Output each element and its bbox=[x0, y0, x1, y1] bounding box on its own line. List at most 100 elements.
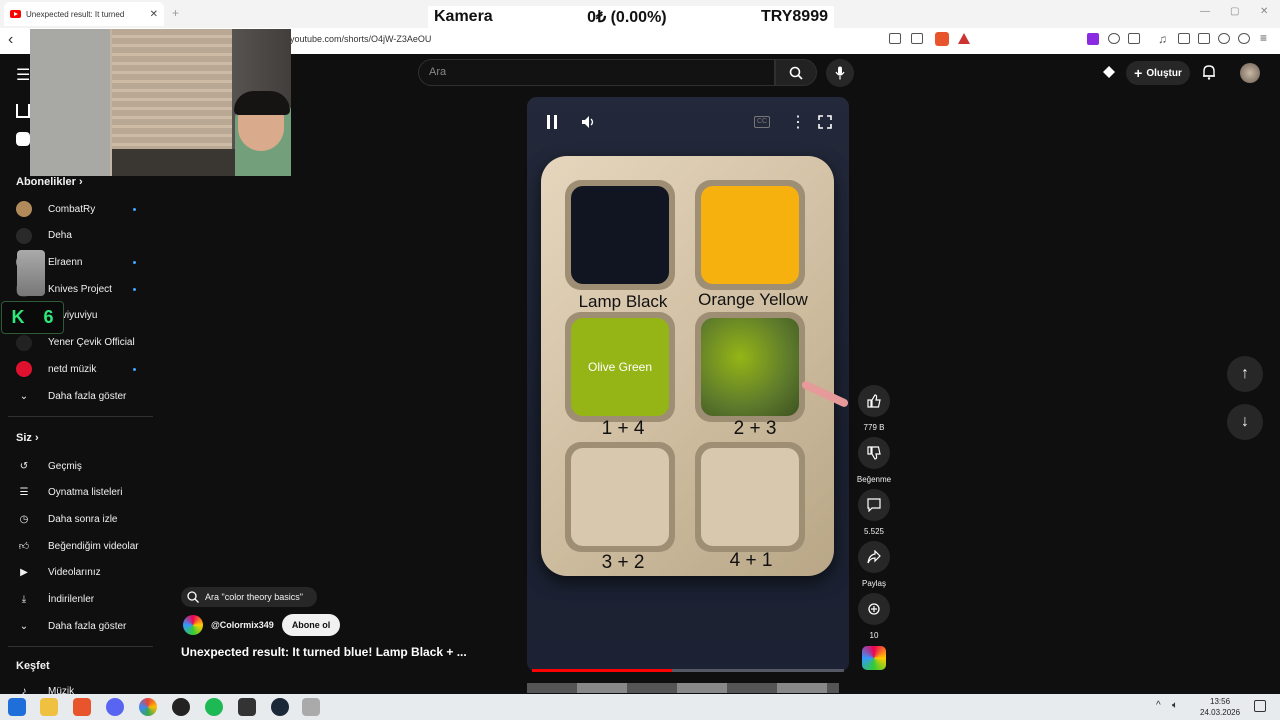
sidebar-item-you[interactable]: ↺ Geçmiş bbox=[16, 458, 82, 474]
arrow-up-icon: ↑ bbox=[1241, 365, 1249, 382]
plus-icon: + bbox=[1134, 65, 1143, 81]
sidebar-item-you[interactable]: ◷ Daha sonra izle bbox=[16, 511, 118, 527]
well-empty-1 bbox=[565, 442, 675, 552]
fullscreen-icon[interactable] bbox=[818, 115, 832, 132]
tab-title: Unexpected result: It turned bbox=[26, 9, 125, 19]
puzzle-extension-icon[interactable] bbox=[1108, 33, 1120, 44]
app-icon[interactable] bbox=[302, 698, 320, 716]
badge-letter: K bbox=[11, 307, 25, 327]
sidebar-item-label: Geçmiş bbox=[48, 460, 82, 472]
sidebar-item-you[interactable]: ▶ Videolarınız bbox=[16, 565, 101, 581]
you-heading[interactable]: Siz › bbox=[16, 432, 39, 444]
subscribe-button[interactable]: Abone ol bbox=[281, 614, 341, 636]
label-mix-1-4: 1 + 4 bbox=[601, 418, 645, 439]
search-suggestion-chip[interactable]: Ara "color theory basics" bbox=[181, 587, 317, 607]
subscriptions-heading[interactable]: Abonelikler › bbox=[16, 176, 83, 188]
video-title[interactable]: Unexpected result: It turned blue! Lamp … bbox=[181, 645, 467, 659]
volume-tray-icon[interactable]: 🔈︎ bbox=[1172, 700, 1178, 711]
thumbs-up-icon bbox=[858, 385, 890, 417]
maximize-button[interactable]: ▢ bbox=[1230, 6, 1239, 17]
search-button[interactable] bbox=[775, 59, 817, 86]
file-explorer-icon[interactable] bbox=[40, 698, 58, 716]
tray-chevron-icon[interactable]: ^ bbox=[1156, 700, 1161, 711]
remix-button[interactable]: 10 bbox=[858, 593, 890, 640]
music-icon[interactable]: ♫ bbox=[1158, 32, 1167, 46]
obs-icon[interactable] bbox=[172, 698, 190, 716]
brave-browser-icon[interactable] bbox=[73, 698, 91, 716]
well-mix bbox=[695, 312, 805, 422]
sidebar-item-label: Daha fazla göster bbox=[48, 620, 127, 632]
search-input[interactable]: Ara bbox=[418, 59, 775, 86]
new-tab-button[interactable]: + bbox=[172, 6, 179, 20]
shorts-icon[interactable] bbox=[16, 132, 30, 146]
more-options-icon[interactable]: ⋮ bbox=[790, 112, 806, 132]
subscription-name: Knives Project bbox=[48, 283, 112, 295]
sidebar-item-you[interactable]: 👍︎ Beğendiğim videolar bbox=[16, 538, 139, 554]
close-window-button[interactable]: ✕ bbox=[1260, 6, 1268, 17]
subs-show-more[interactable]: ⌄ Daha fazla göster bbox=[16, 388, 127, 404]
spotify-icon[interactable] bbox=[205, 698, 223, 716]
sidebar-icon[interactable] bbox=[1178, 33, 1190, 44]
channel-avatar[interactable] bbox=[183, 615, 203, 635]
system-clock[interactable]: 13:56 24.03.2026 bbox=[1200, 696, 1240, 718]
voice-search-button[interactable] bbox=[826, 59, 854, 87]
new-content-dot bbox=[133, 367, 136, 371]
volume-icon[interactable] bbox=[581, 115, 597, 132]
wallet-icon[interactable] bbox=[1198, 33, 1210, 44]
steam-icon[interactable] bbox=[271, 698, 289, 716]
chevron-right-icon: › bbox=[78, 176, 83, 188]
discord-icon[interactable] bbox=[106, 698, 124, 716]
subscription-item[interactable]: Deha bbox=[16, 227, 136, 244]
clock-time: 13:56 bbox=[1210, 697, 1231, 706]
subscription-item[interactable]: CombatRy bbox=[16, 201, 136, 217]
next-short-button[interactable]: ↓ bbox=[1227, 404, 1263, 440]
dislike-button[interactable]: Beğenme bbox=[857, 437, 891, 484]
clock-date: 24.03.2026 bbox=[1200, 708, 1241, 717]
browser-tab[interactable]: Unexpected result: It turned ✕ bbox=[4, 2, 164, 26]
share-button[interactable]: Paylaş bbox=[858, 541, 890, 588]
sidebar-item-you[interactable]: ☰ Oynatma listeleri bbox=[16, 485, 123, 501]
sidebar-item-you[interactable]: ⤓ İndirilenler bbox=[16, 592, 94, 608]
studio-icon[interactable] bbox=[1102, 65, 1116, 84]
reader-icon[interactable] bbox=[1128, 33, 1140, 44]
url-field[interactable]: youtube.com/shorts/O4jW-Z3AeOU bbox=[290, 34, 431, 44]
account-avatar[interactable] bbox=[1240, 63, 1260, 83]
windows-start-icon[interactable] bbox=[8, 698, 26, 716]
minimize-button[interactable]: — bbox=[1200, 6, 1210, 17]
captions-icon[interactable]: CC bbox=[754, 116, 770, 128]
browser-menu-icon[interactable]: ≡ bbox=[1260, 31, 1267, 45]
back-icon[interactable]: ‹ bbox=[8, 31, 13, 49]
sidebar-item-you[interactable]: ⌄ Daha fazla göster bbox=[16, 618, 127, 634]
extension-icon[interactable] bbox=[1087, 33, 1099, 45]
epic-games-icon[interactable] bbox=[238, 698, 256, 716]
liked-videos-icon: 👍︎ bbox=[18, 541, 30, 553]
notification-center-icon[interactable] bbox=[1254, 700, 1266, 712]
elraenn-thumbnail bbox=[17, 250, 45, 296]
cast-icon[interactable] bbox=[889, 33, 901, 44]
brave-shield-icon[interactable] bbox=[935, 32, 949, 46]
comments-button[interactable]: 5.525 bbox=[858, 489, 890, 536]
label-mix-3-2: 3 + 2 bbox=[601, 552, 645, 573]
like-button[interactable]: 779 B bbox=[858, 385, 890, 432]
label-mix-4-1: 4 + 1 bbox=[729, 550, 773, 571]
sound-thumbnail[interactable] bbox=[862, 646, 886, 670]
leo-icon[interactable] bbox=[1218, 33, 1230, 44]
notifications-bell-icon[interactable] bbox=[1202, 64, 1216, 85]
share-page-icon[interactable] bbox=[911, 33, 923, 44]
show-more-label: Daha fazla göster bbox=[48, 390, 127, 402]
rewards-icon[interactable] bbox=[958, 33, 970, 44]
sidebar-item-label: Oynatma listeleri bbox=[48, 487, 123, 499]
pause-button[interactable] bbox=[545, 114, 559, 133]
home-icon[interactable] bbox=[16, 104, 30, 118]
chrome-icon[interactable] bbox=[139, 698, 157, 716]
subscription-item[interactable]: netd müzik bbox=[16, 361, 136, 378]
next-short-preview[interactable] bbox=[527, 683, 839, 693]
close-tab-icon[interactable]: ✕ bbox=[150, 9, 158, 20]
create-button[interactable]: + Oluştur bbox=[1126, 61, 1190, 85]
sidebar-item-label: Beğendiğim videolar bbox=[48, 540, 139, 552]
subscription-item[interactable]: Yener Çevik Official bbox=[16, 334, 136, 351]
hamburger-menu-icon[interactable]: ☰ bbox=[16, 65, 30, 85]
previous-short-button[interactable]: ↑ bbox=[1227, 356, 1263, 392]
vpn-icon[interactable] bbox=[1238, 33, 1250, 44]
channel-name[interactable]: @Colormix349 bbox=[211, 620, 274, 630]
